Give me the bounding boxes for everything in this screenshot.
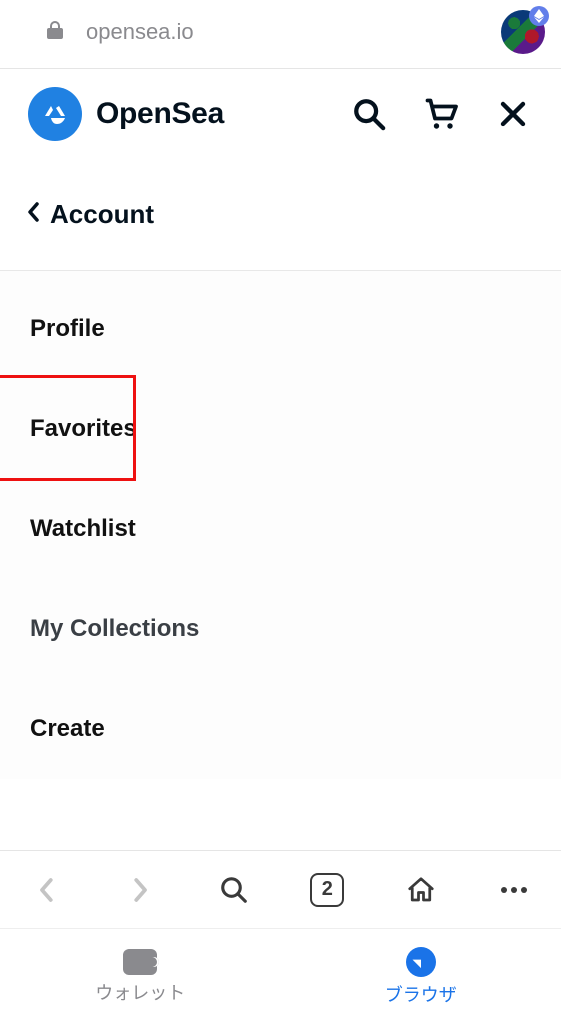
wallet-icon — [123, 949, 157, 975]
back-label: Account — [50, 199, 154, 230]
wallet-tab-label: ウォレット — [95, 979, 185, 1005]
app-bottom-nav: ウォレット ブラウザ — [0, 928, 561, 1024]
lock-icon — [46, 20, 64, 45]
app-tab-browser[interactable]: ブラウザ — [281, 929, 561, 1024]
chevron-left-icon — [26, 201, 42, 228]
url-text: opensea.io — [86, 19, 194, 45]
nav-more-button[interactable] — [490, 866, 538, 914]
site-header: OpenSea — [0, 69, 561, 159]
browser-url-bar[interactable]: opensea.io — [0, 0, 561, 68]
nav-tabs-button[interactable]: 2 — [303, 866, 351, 914]
search-button[interactable] — [349, 97, 389, 131]
nav-home-button[interactable] — [397, 866, 445, 914]
nav-back-button[interactable] — [23, 866, 71, 914]
browser-bottom-nav: 2 — [0, 850, 561, 928]
menu-item-my-collections[interactable]: My Collections — [0, 579, 561, 679]
back-to-account[interactable]: Account — [0, 159, 561, 270]
menu-item-create[interactable]: Create — [0, 679, 561, 779]
menu-item-profile[interactable]: Profile — [0, 279, 561, 379]
brand-name: OpenSea — [96, 97, 224, 131]
nav-forward-button[interactable] — [116, 866, 164, 914]
menu-item-watchlist[interactable]: Watchlist — [0, 479, 561, 579]
menu-item-favorites[interactable]: Favorites — [0, 379, 561, 479]
nav-search-button[interactable] — [210, 866, 258, 914]
browser-tab-label: ブラウザ — [385, 981, 457, 1007]
opensea-logo-icon[interactable] — [28, 87, 82, 141]
app-tab-wallet[interactable]: ウォレット — [0, 929, 281, 1024]
cart-button[interactable] — [421, 96, 461, 132]
close-button[interactable] — [493, 99, 533, 129]
compass-icon — [406, 947, 436, 977]
tab-count: 2 — [310, 873, 344, 907]
account-menu: Profile Favorites Watchlist My Collectio… — [0, 271, 561, 779]
profile-avatar[interactable] — [501, 10, 545, 54]
ethereum-badge-icon — [529, 6, 549, 26]
